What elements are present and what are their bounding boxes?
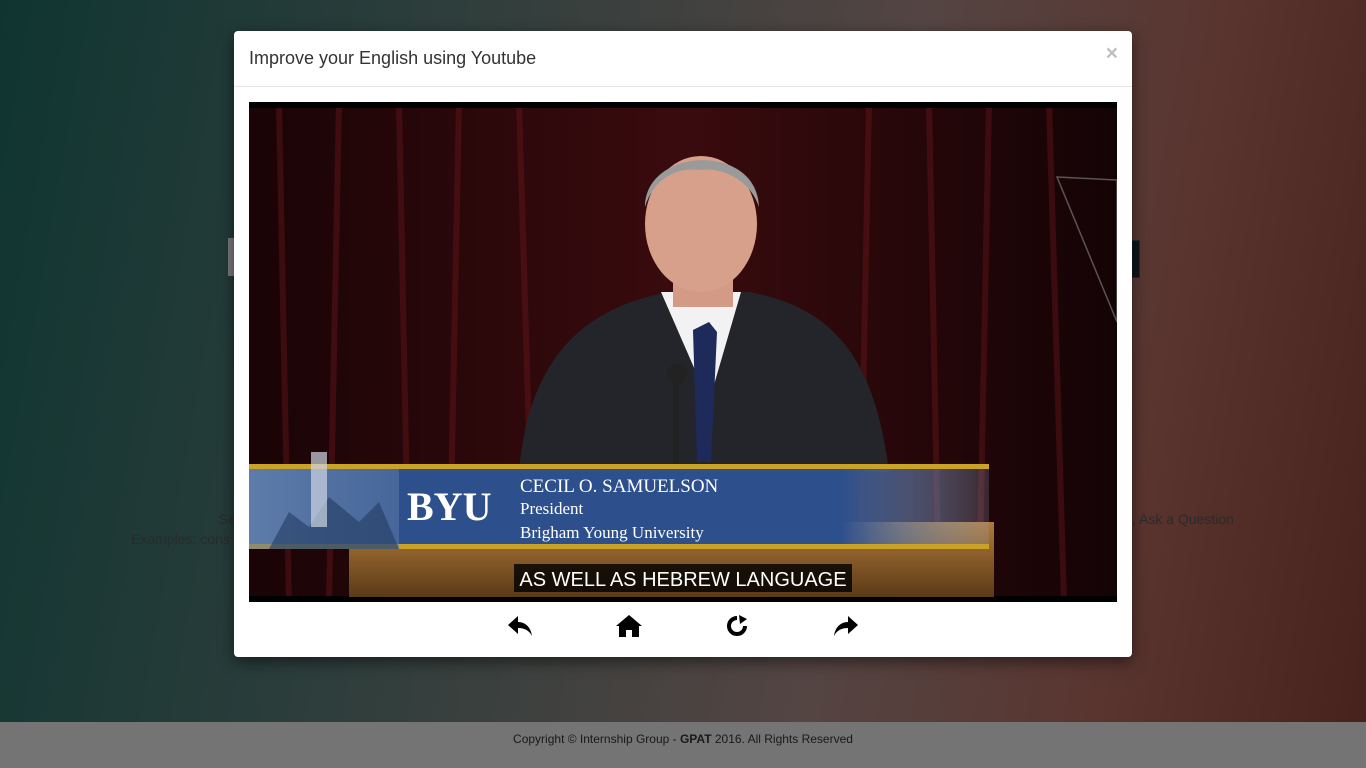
video-player[interactable]: BYU CECIL O. SAMUELSON President Brigham… — [249, 102, 1117, 602]
modal-title: Improve your English using Youtube — [249, 48, 537, 68]
video-speaker-org: Brigham Young University — [520, 523, 704, 542]
video-controls — [234, 609, 1132, 649]
home-icon — [616, 615, 642, 637]
video-speaker-role: President — [520, 499, 584, 518]
back-icon — [508, 616, 532, 636]
refresh-button[interactable] — [717, 609, 757, 643]
forward-button[interactable] — [826, 609, 866, 643]
video-caption: AS WELL AS HEBREW LANGUAGE — [519, 569, 846, 591]
video-logo-byu: BYU — [407, 484, 491, 529]
close-button[interactable]: × — [1106, 43, 1118, 64]
forward-icon — [834, 616, 858, 636]
video-frame: BYU CECIL O. SAMUELSON President Brigham… — [249, 102, 1117, 602]
home-button[interactable] — [609, 609, 649, 643]
refresh-icon — [727, 615, 747, 636]
modal-header: Improve your English using Youtube × — [234, 31, 1132, 87]
back-button[interactable] — [500, 609, 540, 643]
video-speaker-name: CECIL O. SAMUELSON — [520, 476, 719, 497]
video-modal: Improve your English using Youtube × BYU… — [234, 31, 1132, 657]
